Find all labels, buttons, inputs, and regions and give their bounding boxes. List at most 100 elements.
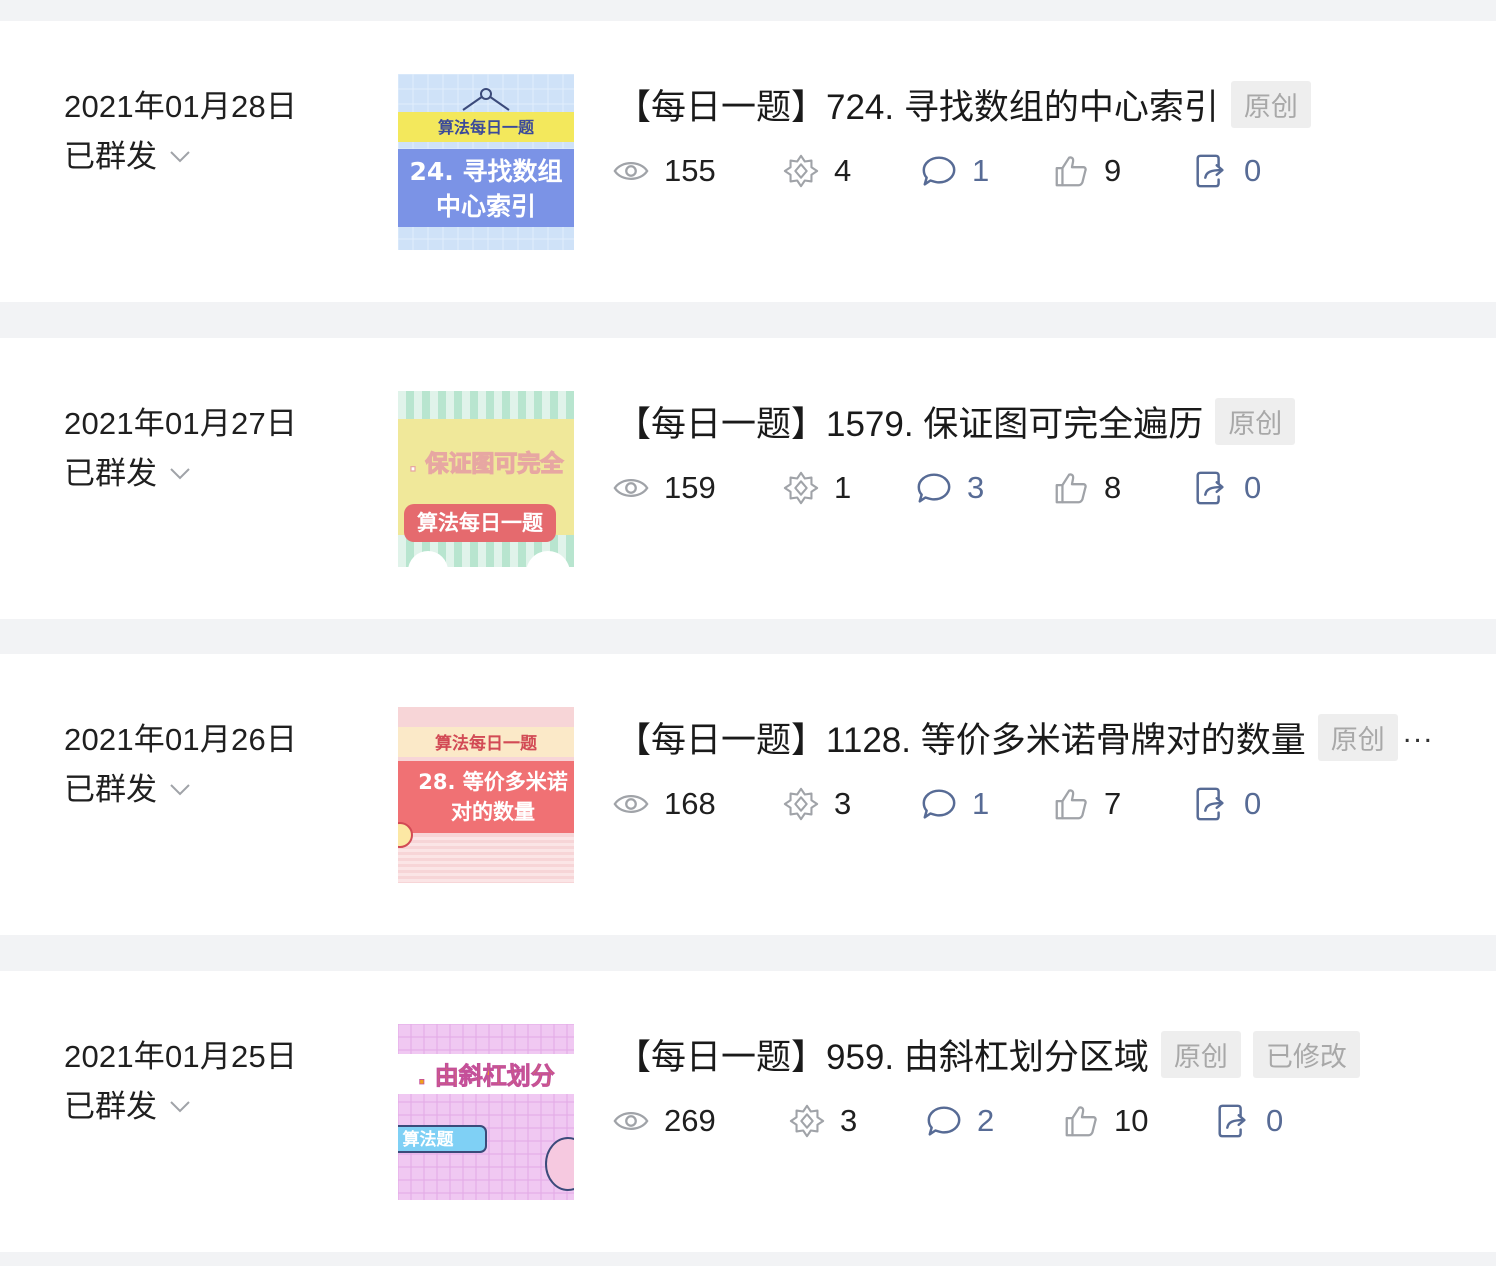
- wow-icon: [782, 785, 820, 823]
- wow-icon: [782, 152, 820, 190]
- stat-views: 159: [612, 466, 716, 510]
- svg-text:28. 等价多米诺: 28. 等价多米诺: [418, 770, 568, 794]
- publish-date: 2021年01月26日: [64, 722, 298, 757]
- svg-text:24. 寻找数组: 24. 寻找数组: [410, 157, 563, 186]
- stat-views-count: 168: [664, 786, 716, 821]
- tag-badge: 原创: [1215, 398, 1296, 445]
- stat-wow-count: 1: [834, 470, 852, 505]
- comment-icon: [920, 785, 958, 823]
- stat-likes: 7: [1052, 782, 1121, 826]
- stat-views: 168: [612, 782, 716, 826]
- share-icon: [1214, 1102, 1252, 1140]
- title-row: 【每日一题】959. 由斜杠划分区域 原创 已修改: [616, 1029, 1360, 1080]
- stats-row: 155 4 1 9 0: [612, 149, 1472, 193]
- article-title[interactable]: 【每日一题】959. 由斜杠划分区域: [616, 1029, 1149, 1080]
- article-title[interactable]: 【每日一题】1128. 等价多米诺骨牌对的数量: [616, 712, 1306, 763]
- tag-badge: 原创: [1230, 81, 1311, 128]
- eye-icon: [612, 469, 650, 507]
- title-row: 【每日一题】1579. 保证图可完全遍历 原创: [616, 396, 1296, 447]
- eye-icon: [612, 1102, 650, 1140]
- publish-date: 2021年01月27日: [64, 406, 298, 441]
- stat-likes: 10: [1062, 1099, 1148, 1143]
- svg-text:. 保证图可完全: . 保证图可完全: [409, 450, 565, 477]
- stat-shares-count: 0: [1244, 786, 1262, 821]
- stat-wow: 1: [782, 466, 851, 510]
- stat-comments-count: 3: [967, 470, 985, 505]
- stat-comments[interactable]: 2: [925, 1099, 994, 1143]
- stat-shares[interactable]: 0: [1214, 1099, 1283, 1143]
- article-thumbnail[interactable]: 算法每日一题 28. 等价多米诺 对的数量: [398, 707, 574, 883]
- status-label: 已群发: [64, 139, 157, 174]
- status-dropdown[interactable]: 已群发: [64, 448, 193, 493]
- title-row: 【每日一题】1128. 等价多米诺骨牌对的数量 原创: [616, 712, 1398, 763]
- publish-date: 2021年01月28日: [64, 89, 298, 124]
- status-dropdown[interactable]: 已群发: [64, 131, 193, 176]
- stat-shares-count: 0: [1244, 470, 1262, 505]
- eye-icon: [612, 785, 650, 823]
- tag-badge: 原创: [1317, 714, 1398, 761]
- tag-badge: 已修改: [1252, 1031, 1360, 1078]
- wow-icon: [782, 469, 820, 507]
- more-options-button[interactable]: ...: [1403, 716, 1434, 750]
- thumbs-up-icon: [1052, 152, 1090, 190]
- chevron-down-icon: [167, 458, 193, 484]
- publish-date: 2021年01月25日: [64, 1039, 298, 1074]
- stat-comments[interactable]: 1: [920, 149, 989, 193]
- article-thumbnail[interactable]: . 由斜杠划分 算法题: [398, 1024, 574, 1200]
- stat-wow: 3: [788, 1099, 857, 1143]
- stat-likes-count: 7: [1104, 786, 1122, 821]
- share-icon: [1192, 152, 1230, 190]
- chevron-down-icon: [167, 774, 193, 800]
- svg-text:. 由斜杠划分: . 由斜杠划分: [417, 1062, 554, 1090]
- thumbs-up-icon: [1052, 469, 1090, 507]
- stat-shares-count: 0: [1244, 153, 1262, 188]
- stat-wow: 3: [782, 782, 851, 826]
- article-card: 2021年01月26日 已群发 算法每日一题 28. 等价多米诺 对的数量 【每…: [0, 654, 1496, 935]
- title-row: 【每日一题】724. 寻找数组的中心索引 原创: [616, 79, 1311, 130]
- eye-icon: [612, 152, 650, 190]
- share-icon: [1192, 785, 1230, 823]
- article-title[interactable]: 【每日一题】724. 寻找数组的中心索引: [616, 79, 1219, 130]
- stat-comments-count: 2: [977, 1103, 995, 1138]
- stats-row: 269 3 2 10 0: [612, 1099, 1472, 1143]
- article-title[interactable]: 【每日一题】1579. 保证图可完全遍历: [616, 396, 1203, 447]
- status-label: 已群发: [64, 772, 157, 807]
- article-card: 2021年01月25日 已群发 . 由斜杠划分 算法题 【每日一题】959. 由…: [0, 971, 1496, 1252]
- stat-likes-count: 8: [1104, 470, 1122, 505]
- share-icon: [1192, 469, 1230, 507]
- stat-views-count: 155: [664, 153, 716, 188]
- stat-shares[interactable]: 0: [1192, 149, 1261, 193]
- stat-views-count: 159: [664, 470, 716, 505]
- stat-shares-count: 0: [1266, 1103, 1284, 1138]
- stat-wow-count: 3: [840, 1103, 858, 1138]
- stat-likes: 8: [1052, 466, 1121, 510]
- stat-shares[interactable]: 0: [1192, 466, 1261, 510]
- article-card: 2021年01月28日 已群发 算法每日一题 24. 寻找数组 中心索引 【每日…: [0, 21, 1496, 302]
- stat-likes: 9: [1052, 149, 1121, 193]
- stat-views: 269: [612, 1099, 716, 1143]
- stat-wow: 4: [782, 149, 851, 193]
- status-dropdown[interactable]: 已群发: [64, 764, 193, 809]
- article-thumbnail[interactable]: . 保证图可完全 算法每日一题: [398, 391, 574, 567]
- stat-wow-count: 4: [834, 153, 852, 188]
- article-thumbnail[interactable]: 算法每日一题 24. 寻找数组 中心索引: [398, 74, 574, 250]
- stat-comments[interactable]: 3: [915, 466, 984, 510]
- svg-text:算法题: 算法题: [402, 1129, 455, 1150]
- comment-icon: [915, 469, 953, 507]
- stat-comments-count: 1: [972, 786, 990, 821]
- svg-text:对的数量: 对的数量: [451, 800, 535, 824]
- stat-comments[interactable]: 1: [920, 782, 989, 826]
- stats-row: 159 1 3 8 0: [612, 466, 1472, 510]
- stat-likes-count: 9: [1104, 153, 1122, 188]
- svg-text:算法每日一题: 算法每日一题: [438, 118, 535, 137]
- comment-icon: [920, 152, 958, 190]
- article-card: 2021年01月27日 已群发 . 保证图可完全 算法每日一题 【每日一题】15…: [0, 338, 1496, 619]
- status-dropdown[interactable]: 已群发: [64, 1081, 193, 1126]
- tag-badge: 原创: [1160, 1031, 1241, 1078]
- comment-icon: [925, 1102, 963, 1140]
- stat-shares[interactable]: 0: [1192, 782, 1261, 826]
- stat-views-count: 269: [664, 1103, 716, 1138]
- status-label: 已群发: [64, 456, 157, 491]
- chevron-down-icon: [167, 1091, 193, 1117]
- stat-likes-count: 10: [1114, 1103, 1149, 1138]
